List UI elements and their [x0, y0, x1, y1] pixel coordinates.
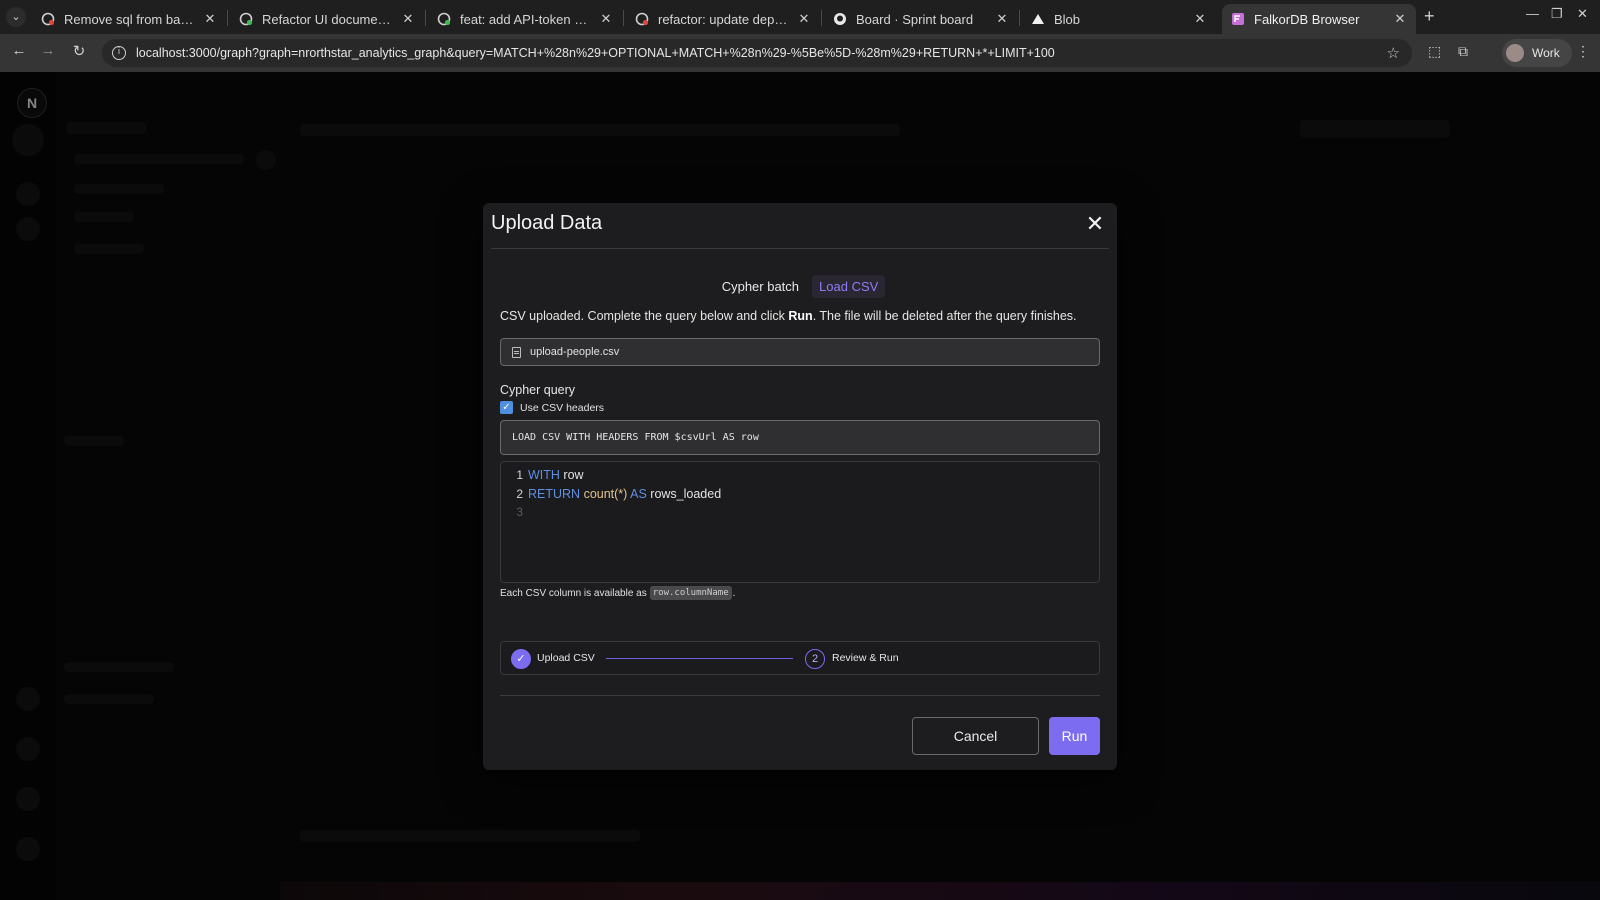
close-tab-icon[interactable]: ✕: [796, 11, 812, 27]
close-tab-icon[interactable]: ✕: [400, 11, 416, 27]
avatar: [1506, 44, 1524, 62]
run-button[interactable]: Run: [1049, 717, 1100, 755]
tab-divider: [1019, 10, 1020, 26]
code-identifier: rows_loaded: [646, 486, 722, 501]
close-tab-icon[interactable]: ✕: [1392, 11, 1408, 27]
checkbox-checked-icon[interactable]: ✓: [500, 401, 513, 414]
restore-window-icon[interactable]: ❐: [1551, 6, 1563, 22]
cypher-query-label: Cypher query: [500, 383, 576, 397]
close-tab-icon[interactable]: ✕: [598, 11, 614, 27]
github-pr-icon: [40, 11, 56, 27]
uploaded-file-name: upload-people.csv: [530, 346, 620, 358]
line-number: 3: [516, 505, 523, 520]
tab-divider: [425, 10, 426, 26]
browser-tab[interactable]: Blob ✕: [1022, 4, 1216, 34]
browser-tab-strip: ⌄ Remove sql from batch c ✕ Refactor UI …: [0, 0, 1600, 34]
tab-divider: [227, 10, 228, 26]
editor-line: 3: [501, 503, 1099, 522]
site-info-icon[interactable]: i: [112, 46, 126, 60]
tab-load-csv[interactable]: Load CSV: [812, 275, 886, 298]
tab-title: refactor: update depend: [658, 11, 790, 27]
forward-arrow-icon[interactable]: →: [37, 42, 59, 59]
code-keyword: WITH: [528, 468, 560, 483]
browser-tab[interactable]: Board · Sprint board ✕: [824, 4, 1018, 34]
code-function: count(*): [580, 486, 628, 501]
use-csv-headers-label: Use CSV headers: [520, 401, 605, 414]
github-pr-icon: [634, 11, 650, 27]
step-connector: [606, 658, 793, 659]
bookmark-star-icon[interactable]: ☆: [1387, 44, 1400, 62]
status-text-end: . The file will be deleted after the que…: [812, 309, 1077, 323]
line-number: 1: [516, 468, 523, 483]
close-tab-icon[interactable]: ✕: [202, 11, 218, 27]
browser-toolbar: ← → ↻ i localhost:3000/graph?graph=nrort…: [0, 34, 1600, 72]
address-bar[interactable]: i localhost:3000/graph?graph=nrorthstar_…: [102, 39, 1412, 67]
code-keyword: RETURN: [528, 486, 581, 501]
load-csv-prefix: LOAD CSV WITH HEADERS FROM $csvUrl AS ro…: [500, 420, 1100, 455]
footer-divider: [500, 695, 1100, 696]
step-number-badge: 2: [805, 649, 825, 669]
cancel-button[interactable]: Cancel: [912, 717, 1039, 755]
falkordb-icon: [1230, 11, 1246, 27]
upload-data-dialog: Upload Data ✕ Cypher batch Load CSV CSV …: [483, 203, 1117, 770]
upload-stepper: ✓ Upload CSV 2 Review & Run: [500, 641, 1100, 675]
editor-line: 2 RETURN count(*) AS rows_loaded: [501, 485, 1099, 504]
tab-title: feat: add API-token auth: [460, 11, 592, 27]
new-tab-plus-icon[interactable]: +: [1424, 6, 1435, 27]
tab-cypher-batch[interactable]: Cypher batch: [715, 275, 806, 298]
step-upload-csv: Upload CSV: [537, 652, 595, 664]
csv-column-hint: Each CSV column is available as row.colu…: [500, 586, 735, 600]
close-icon[interactable]: ✕: [1083, 213, 1107, 237]
github-pr-icon: [436, 11, 452, 27]
profile-label: Work: [1532, 46, 1560, 60]
extensions-puzzle-icon[interactable]: ⧉: [1458, 43, 1468, 60]
browser-tab-active[interactable]: FalkorDB Browser ✕: [1222, 4, 1416, 34]
github-pr-icon: [238, 11, 254, 27]
hint-text: Each CSV column is available as: [500, 587, 647, 599]
tab-title: Remove sql from batch c: [64, 11, 196, 27]
hint-suffix: .: [732, 587, 736, 599]
browser-tab[interactable]: Remove sql from batch c ✕: [32, 4, 226, 34]
tab-title: Refactor UI documentati: [262, 11, 394, 27]
tab-search-chevron-icon[interactable]: ⌄: [6, 7, 26, 27]
close-tab-icon[interactable]: ✕: [994, 11, 1010, 27]
minimize-window-icon[interactable]: —: [1526, 6, 1539, 21]
line-number: 2: [516, 486, 523, 501]
cypher-query-editor[interactable]: 1 WITH row 2 RETURN count(*) AS rows_loa…: [500, 461, 1100, 583]
upload-mode-tabs: Cypher batch Load CSV: [483, 275, 1117, 298]
vercel-icon: [1030, 11, 1046, 27]
close-tab-icon[interactable]: ✕: [1192, 11, 1208, 27]
browser-tab[interactable]: refactor: update depend ✕: [626, 4, 820, 34]
hint-code: row.columnName: [649, 586, 732, 600]
reload-icon[interactable]: ↻: [68, 42, 90, 60]
address-bar-url[interactable]: localhost:3000/graph?graph=nrorthstar_an…: [136, 46, 1055, 60]
status-text-start: CSV uploaded. Complete the query below a…: [500, 309, 789, 323]
code-identifier: row: [559, 468, 584, 483]
tab-title: FalkorDB Browser: [1254, 11, 1360, 27]
tab-divider: [623, 10, 624, 26]
back-arrow-icon[interactable]: ←: [8, 42, 30, 59]
tab-title: Blob: [1054, 11, 1081, 27]
close-window-icon[interactable]: ✕: [1577, 6, 1588, 22]
step-review-run: Review & Run: [832, 652, 899, 664]
profile-button[interactable]: Work: [1502, 39, 1572, 67]
status-text-run: Run: [788, 309, 813, 323]
file-icon: [512, 346, 521, 358]
github-icon: [832, 11, 848, 27]
step-complete-check-icon: ✓: [511, 649, 531, 669]
tab-title: Board · Sprint board: [856, 11, 974, 27]
dialog-divider: [491, 248, 1109, 249]
browser-tab[interactable]: Refactor UI documentati ✕: [230, 4, 424, 34]
tab-divider: [821, 10, 822, 26]
extension-pin-icon[interactable]: ⬚: [1428, 43, 1441, 60]
dialog-title: Upload Data: [491, 212, 603, 234]
editor-line: 1 WITH row: [501, 466, 1099, 485]
browser-menu-icon[interactable]: ⋮: [1576, 43, 1590, 60]
browser-tab[interactable]: feat: add API-token auth ✕: [428, 4, 622, 34]
uploaded-file-field: upload-people.csv: [500, 338, 1100, 366]
upload-status-message: CSV uploaded. Complete the query below a…: [500, 309, 1077, 323]
code-keyword: AS: [627, 486, 647, 501]
use-csv-headers-toggle[interactable]: ✓ Use CSV headers: [500, 401, 604, 414]
